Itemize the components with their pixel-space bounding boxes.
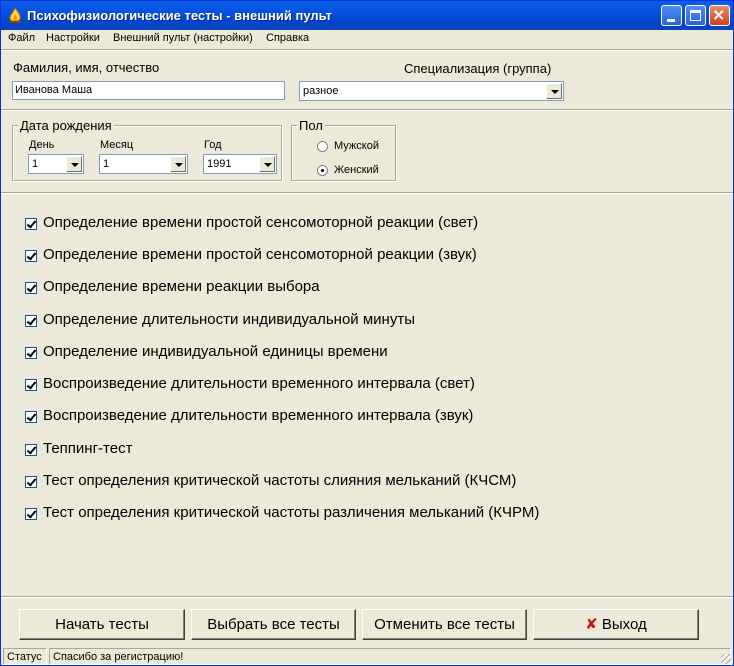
select-all-button[interactable]: Выбрать все тесты <box>191 609 356 640</box>
maximize-button[interactable] <box>685 5 706 26</box>
chevron-down-icon[interactable] <box>259 156 275 172</box>
form-divider <box>1 109 733 111</box>
main-window: Психофизиологические тесты - внешний пул… <box>0 0 734 666</box>
test-checkbox-9[interactable] <box>25 476 37 488</box>
test-checkbox-8[interactable] <box>25 444 37 456</box>
test-checkbox-7[interactable] <box>25 411 37 423</box>
test-label-8[interactable]: Теппинг-тест <box>43 440 132 457</box>
gender-male-radio[interactable] <box>317 141 328 152</box>
year-label: Год <box>204 139 222 151</box>
chevron-down-icon[interactable] <box>546 83 562 99</box>
test-label-1[interactable]: Определение времени простой сенсомоторно… <box>43 214 478 231</box>
start-tests-button[interactable]: Начать тесты <box>19 609 185 640</box>
status-bar: Статус Спасибо за регистрацию! <box>1 647 733 666</box>
month-value: 1 <box>103 158 110 170</box>
gender-female-label[interactable]: Женский <box>334 164 379 176</box>
menu-help[interactable]: Справка <box>266 32 309 44</box>
specialization-label: Специализация (группа) <box>404 61 552 76</box>
name-input[interactable]: Иванова Маша <box>12 81 285 100</box>
gender-group-title: Пол <box>297 118 325 133</box>
chevron-down-icon[interactable] <box>170 156 186 172</box>
test-checkbox-3[interactable] <box>25 282 37 294</box>
cancel-all-label: Отменить все тесты <box>374 616 515 633</box>
test-checkbox-6[interactable] <box>25 379 37 391</box>
day-label: День <box>29 139 55 151</box>
menu-divider <box>1 49 733 51</box>
month-select[interactable]: 1 <box>99 154 188 174</box>
footer-divider <box>1 596 733 598</box>
test-checkbox-10[interactable] <box>25 508 37 520</box>
exit-label: Выход <box>601 616 647 633</box>
test-label-5[interactable]: Определение индивидуальной единицы време… <box>43 343 388 360</box>
cancel-all-button[interactable]: Отменить все тесты <box>362 609 527 640</box>
minimize-button[interactable] <box>661 5 682 26</box>
test-label-6[interactable]: Воспроизведение длительности временного … <box>43 375 475 392</box>
maximize-icon <box>690 10 701 21</box>
specialization-select[interactable]: разное <box>299 81 564 101</box>
app-flame-icon <box>9 7 21 23</box>
test-label-2[interactable]: Определение времени простой сенсомоторно… <box>43 246 477 263</box>
menu-file[interactable]: Файл <box>8 32 35 44</box>
specialization-value: разное <box>303 85 339 97</box>
header-divider <box>1 192 733 194</box>
status-message: Спасибо за регистрацию! <box>49 648 731 665</box>
test-checkbox-5[interactable] <box>25 347 37 359</box>
window-title: Психофизиологические тесты - внешний пул… <box>27 8 332 23</box>
day-select[interactable]: 1 <box>28 154 84 174</box>
test-checkbox-2[interactable] <box>25 250 37 262</box>
exit-cross-icon: ✘ <box>585 615 598 633</box>
exit-button[interactable]: ✘ Выход <box>533 609 699 640</box>
test-label-3[interactable]: Определение времени реакции выбора <box>43 278 320 295</box>
menu-settings[interactable]: Настройки <box>46 32 100 44</box>
close-icon: × <box>712 5 726 24</box>
status-label: Статус <box>3 648 47 665</box>
menu-bar: Файл Настройки Внешний пульт (настройки)… <box>1 30 733 48</box>
test-label-7[interactable]: Воспроизведение длительности временного … <box>43 407 473 424</box>
test-label-10[interactable]: Тест определения критической частоты раз… <box>43 504 539 521</box>
day-value: 1 <box>32 158 39 170</box>
start-tests-label: Начать тесты <box>55 616 149 633</box>
minimize-icon <box>667 19 675 22</box>
gender-female-radio[interactable] <box>317 165 328 176</box>
title-bar[interactable]: Психофизиологические тесты - внешний пул… <box>1 1 733 30</box>
test-label-4[interactable]: Определение длительности индивидуальной … <box>43 311 415 328</box>
name-label: Фамилия, имя, отчество <box>13 60 160 75</box>
test-label-9[interactable]: Тест определения критической частоты сли… <box>43 472 516 489</box>
month-label: Месяц <box>100 139 134 151</box>
year-value: 1991 <box>207 158 232 170</box>
menu-remote-settings[interactable]: Внешний пульт (настройки) <box>113 32 253 44</box>
year-select[interactable]: 1991 <box>203 154 277 174</box>
test-checkbox-4[interactable] <box>25 315 37 327</box>
close-button[interactable]: × <box>709 5 730 26</box>
test-checkbox-1[interactable] <box>25 218 37 230</box>
birthdate-group-title: Дата рождения <box>18 118 114 133</box>
select-all-label: Выбрать все тесты <box>207 616 340 633</box>
chevron-down-icon[interactable] <box>66 156 82 172</box>
gender-male-label[interactable]: Мужской <box>334 140 379 152</box>
resize-grip-icon[interactable] <box>721 654 731 664</box>
